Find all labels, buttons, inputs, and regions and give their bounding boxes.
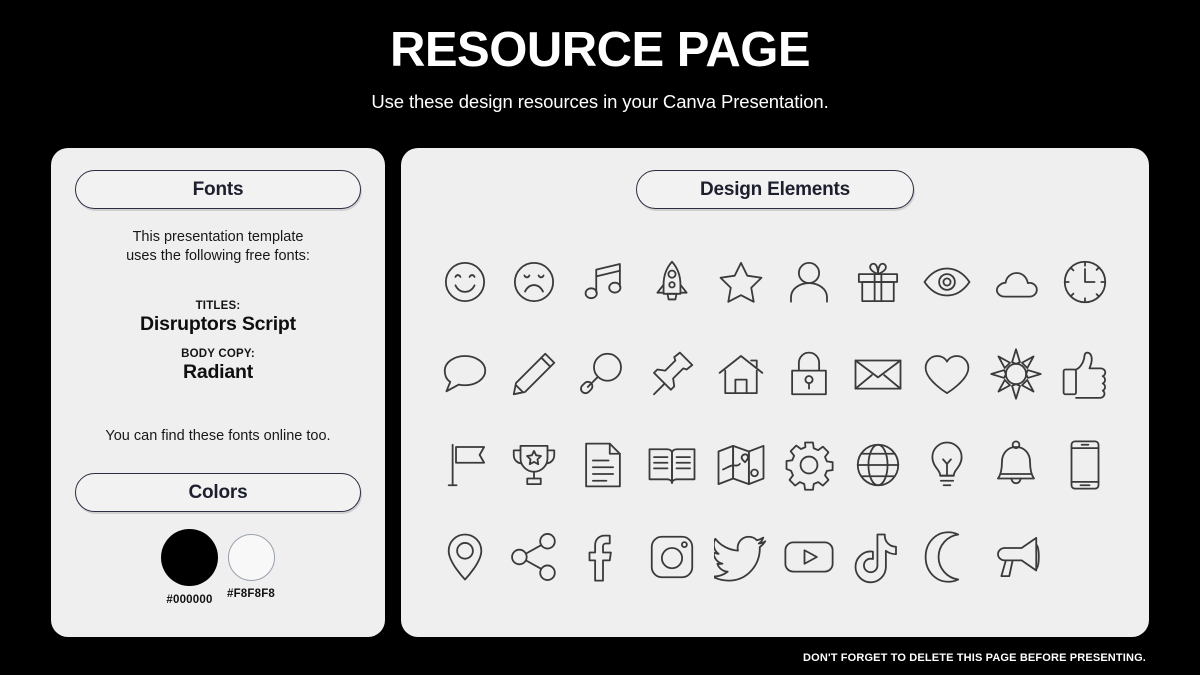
fonts-and-colors-card: Fonts This presentation template uses th… <box>51 148 385 637</box>
house-icon[interactable] <box>714 347 768 401</box>
clock-icon[interactable] <box>1058 255 1112 309</box>
color-swatch-white[interactable]: #F8F8F8 <box>227 529 275 600</box>
globe-icon[interactable] <box>851 438 905 492</box>
thumbs-up-icon[interactable] <box>1058 347 1112 401</box>
colors-heading-label: Colors <box>188 481 248 503</box>
color-swatch-black[interactable]: #000000 <box>160 529 218 606</box>
slide-root: RESOURCE PAGE Use these design resources… <box>0 0 1200 675</box>
gear-icon[interactable] <box>782 438 836 492</box>
phone-icon[interactable] <box>1058 438 1112 492</box>
megaphone-icon[interactable] <box>989 530 1043 584</box>
body-font-name: Radiant <box>182 361 254 383</box>
design-elements-icon-grid <box>431 236 1119 603</box>
heart-icon[interactable] <box>920 347 974 401</box>
person-icon[interactable] <box>782 255 836 309</box>
star-icon[interactable] <box>714 255 768 309</box>
page-subtitle: Use these design resources in your Canva… <box>371 90 829 112</box>
eye-icon[interactable] <box>920 255 974 309</box>
flag-icon[interactable] <box>438 438 492 492</box>
titles-font-name: Disruptors Script <box>140 313 296 335</box>
sun-icon[interactable] <box>989 347 1043 401</box>
document-icon[interactable] <box>576 438 630 492</box>
color-hex-black: #000000 <box>166 594 213 606</box>
youtube-icon[interactable] <box>782 530 836 584</box>
facebook-icon[interactable] <box>576 530 630 584</box>
instagram-icon[interactable] <box>645 530 699 584</box>
delete-page-note: DON'T FORGET TO DELETE THIS PAGE BEFORE … <box>803 652 1146 664</box>
fonts-intro-text: This presentation template uses the foll… <box>71 228 365 265</box>
body-font-block: BODY COPY: Radiant <box>71 348 365 384</box>
colors-heading-pill[interactable]: Colors <box>75 473 361 512</box>
map-icon[interactable] <box>714 438 768 492</box>
tiktok-icon[interactable] <box>851 530 905 584</box>
twitter-icon[interactable] <box>713 530 768 584</box>
titles-font-block: TITLES: Disruptors Script <box>71 300 365 336</box>
design-elements-heading-pill[interactable]: Design Elements <box>636 170 914 209</box>
design-elements-heading-label: Design Elements <box>699 178 851 200</box>
rocket-icon[interactable] <box>645 255 699 309</box>
fonts-intro-line-2: uses the following free fonts: <box>126 247 310 264</box>
bell-icon[interactable] <box>989 438 1043 492</box>
color-swatches: #000000 #F8F8F8 <box>51 529 385 606</box>
envelope-icon[interactable] <box>851 347 905 401</box>
music-note-icon[interactable] <box>576 255 630 309</box>
color-dot-white <box>227 534 275 581</box>
magnifying-glass-icon[interactable] <box>576 347 630 401</box>
page-title: RESOURCE PAGE <box>389 23 811 77</box>
trophy-icon[interactable] <box>507 438 561 492</box>
header: RESOURCE PAGE Use these design resources… <box>0 0 1200 113</box>
speech-bubble-icon[interactable] <box>438 347 492 401</box>
color-dot-black <box>160 529 218 586</box>
fonts-heading-label: Fonts <box>192 178 244 200</box>
book-icon[interactable] <box>645 438 699 492</box>
fonts-outro-text: You can find these fonts online too. <box>105 428 331 444</box>
smiley-face-icon[interactable] <box>438 255 492 309</box>
location-pin-icon[interactable] <box>438 530 492 584</box>
cloud-icon[interactable] <box>989 255 1043 309</box>
share-icon[interactable] <box>507 530 561 584</box>
sad-face-icon[interactable] <box>507 255 561 309</box>
cards-container: Fonts This presentation template uses th… <box>51 148 1149 637</box>
gift-icon[interactable] <box>851 255 905 309</box>
fonts-heading-pill[interactable]: Fonts <box>75 170 361 209</box>
fonts-intro-line-1: This presentation template <box>132 229 304 245</box>
color-hex-white: #F8F8F8 <box>226 588 276 600</box>
lock-icon[interactable] <box>782 347 836 401</box>
pencil-icon[interactable] <box>507 347 561 401</box>
pushpin-icon[interactable] <box>645 347 699 401</box>
lightbulb-icon[interactable] <box>920 438 974 492</box>
titles-font-label: TITLES: <box>195 300 241 312</box>
body-font-label: BODY COPY: <box>181 348 255 360</box>
moon-icon[interactable] <box>920 530 974 584</box>
design-elements-card: Design Elements <box>401 148 1149 637</box>
